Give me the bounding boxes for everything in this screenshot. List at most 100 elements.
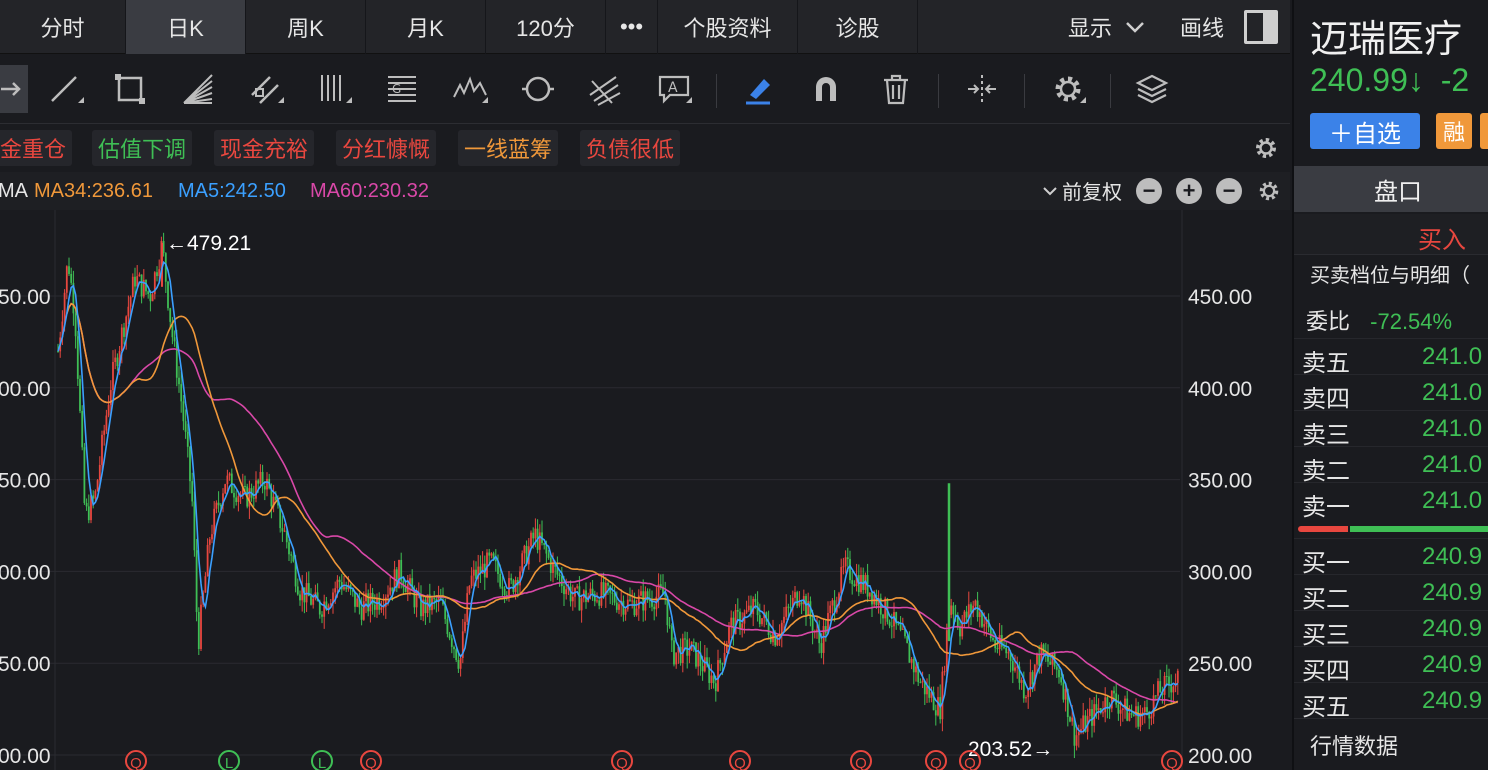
candlestick-chart[interactable]: 50.00 00.00 50.00 00.00 50.00 00.00 450.00 400.… bbox=[0, 210, 1290, 770]
order-detail-header[interactable]: 买卖档位与明细（ bbox=[1294, 254, 1488, 292]
candle-body bbox=[1139, 715, 1142, 727]
text-annotation-icon[interactable]: A bbox=[654, 69, 694, 109]
tag-item[interactable]: 分红慷慨 bbox=[336, 130, 437, 166]
split-icon[interactable] bbox=[962, 69, 1002, 109]
candle-body bbox=[717, 660, 719, 692]
ask-row[interactable]: 卖四 241.0 bbox=[1294, 374, 1488, 413]
candle-body bbox=[800, 602, 803, 605]
tab-daily-k[interactable]: 日K bbox=[126, 0, 246, 54]
candle-body bbox=[901, 628, 904, 630]
candle-body bbox=[747, 605, 750, 611]
market-data-header[interactable]: 行情数据 bbox=[1294, 718, 1488, 762]
tag-item[interactable]: 现金充裕 bbox=[214, 130, 315, 166]
ask-row[interactable]: 卖一 241.0 bbox=[1294, 482, 1488, 521]
candle-body bbox=[283, 530, 286, 532]
candle-body bbox=[899, 624, 902, 630]
candle-body bbox=[1027, 689, 1030, 698]
highlighter-icon[interactable] bbox=[738, 69, 778, 109]
tab-order-book[interactable]: 盘口 bbox=[1294, 166, 1488, 212]
candle-body bbox=[560, 576, 563, 587]
add-watchlist-button[interactable]: ＋自选 bbox=[1310, 113, 1420, 149]
gear-icon[interactable] bbox=[1252, 134, 1280, 162]
candle-body bbox=[380, 607, 383, 610]
panel-toggle-icon[interactable] bbox=[1244, 10, 1278, 44]
tag-item[interactable]: 金重仓 bbox=[0, 130, 73, 166]
cycle-icon[interactable] bbox=[518, 69, 558, 109]
candle-body bbox=[530, 532, 532, 547]
tab-diagnosis[interactable]: 诊股 bbox=[798, 0, 918, 54]
tag-item[interactable]: 估值下调 bbox=[92, 130, 193, 166]
candle-body bbox=[1097, 708, 1100, 711]
draw-line-button[interactable]: 画线 bbox=[1160, 11, 1244, 43]
candle-body bbox=[87, 506, 90, 521]
margin-badge[interactable]: 融 bbox=[1436, 113, 1472, 149]
candle-body bbox=[1071, 717, 1074, 722]
bid-row[interactable]: 买一 240.9 bbox=[1294, 538, 1488, 577]
candles bbox=[57, 232, 1179, 759]
zoom-in-button[interactable]: + bbox=[1176, 177, 1202, 204]
trash-icon[interactable] bbox=[876, 69, 916, 109]
gear-icon[interactable] bbox=[1256, 178, 1282, 204]
tab-intraday[interactable]: 分时 bbox=[0, 0, 126, 54]
candle-body bbox=[208, 539, 211, 545]
settings-icon[interactable] bbox=[1048, 69, 1088, 109]
extra-badge[interactable] bbox=[1480, 113, 1488, 149]
candle-body bbox=[1025, 697, 1027, 699]
magnet-icon[interactable] bbox=[806, 69, 846, 109]
tab-weekly-k[interactable]: 周K bbox=[246, 0, 366, 54]
arrow-icon[interactable] bbox=[0, 65, 28, 113]
gann-icon[interactable]: G bbox=[382, 69, 422, 109]
candle-body bbox=[580, 598, 583, 611]
bid-row[interactable]: 买二 240.9 bbox=[1294, 574, 1488, 613]
ask-row[interactable]: 卖二 241.0 bbox=[1294, 446, 1488, 485]
candle-body bbox=[470, 575, 473, 586]
fork-icon[interactable] bbox=[584, 69, 624, 109]
candle-body bbox=[534, 528, 537, 539]
candle-body bbox=[365, 593, 367, 602]
bid-row[interactable]: 买四 240.9 bbox=[1294, 646, 1488, 685]
tab-stock-profile[interactable]: 个股资料 bbox=[658, 0, 798, 54]
parallel-channel-icon[interactable] bbox=[246, 69, 286, 109]
candle-body bbox=[890, 625, 893, 627]
candle-body bbox=[626, 599, 629, 610]
y-tick-right: 350.00 bbox=[1188, 470, 1252, 493]
zoom-out-button[interactable]: − bbox=[1136, 177, 1162, 204]
candle-body bbox=[811, 618, 814, 633]
rectangle-icon[interactable] bbox=[110, 69, 150, 109]
bid-row[interactable]: 买三 240.9 bbox=[1294, 610, 1488, 649]
fan-icon[interactable] bbox=[178, 69, 218, 109]
remove-indicator-button[interactable]: − bbox=[1216, 177, 1242, 204]
candle-body bbox=[1064, 689, 1067, 700]
candle-body bbox=[736, 610, 739, 612]
wave-icon[interactable] bbox=[450, 69, 490, 109]
ask-row[interactable]: 卖五 241.0 bbox=[1294, 338, 1488, 377]
candle-body bbox=[228, 473, 231, 476]
candle-body bbox=[1020, 679, 1023, 683]
more-tabs-button[interactable]: ••• bbox=[606, 0, 658, 54]
candle-body bbox=[468, 585, 471, 594]
bid-row[interactable]: 买五 240.9 bbox=[1294, 682, 1488, 721]
period-tabs: 分时 日K 周K 月K 120分 ••• 个股资料 诊股 显示 画线 bbox=[0, 0, 1290, 54]
candle-body bbox=[695, 642, 697, 667]
tab-120min[interactable]: 120分 bbox=[486, 0, 606, 54]
candle-body bbox=[68, 266, 70, 274]
event-marker-label: L bbox=[318, 755, 326, 770]
adjust-dropdown[interactable]: 前复权 bbox=[1042, 176, 1122, 205]
tag-item[interactable]: 一线蓝筹 bbox=[458, 130, 559, 166]
candle-body bbox=[244, 485, 246, 487]
display-dropdown[interactable]: 显示 bbox=[1054, 11, 1160, 43]
candle-body bbox=[321, 614, 323, 617]
candle-body bbox=[151, 294, 154, 302]
y-tick-left: 00.00 bbox=[0, 561, 51, 584]
bid-label: 买四 bbox=[1302, 658, 1350, 685]
tab-monthly-k[interactable]: 月K bbox=[366, 0, 486, 54]
tag-item[interactable]: 负债很低 bbox=[580, 130, 681, 166]
candle-body bbox=[761, 618, 763, 625]
candle-body bbox=[882, 614, 884, 619]
vertical-lines-icon[interactable] bbox=[314, 69, 354, 109]
candle-body bbox=[668, 625, 671, 627]
layers-icon[interactable] bbox=[1132, 69, 1172, 109]
ask-row[interactable]: 卖三 241.0 bbox=[1294, 410, 1488, 449]
line-icon[interactable] bbox=[46, 69, 86, 109]
buy-button[interactable]: 买入 bbox=[1294, 214, 1488, 254]
